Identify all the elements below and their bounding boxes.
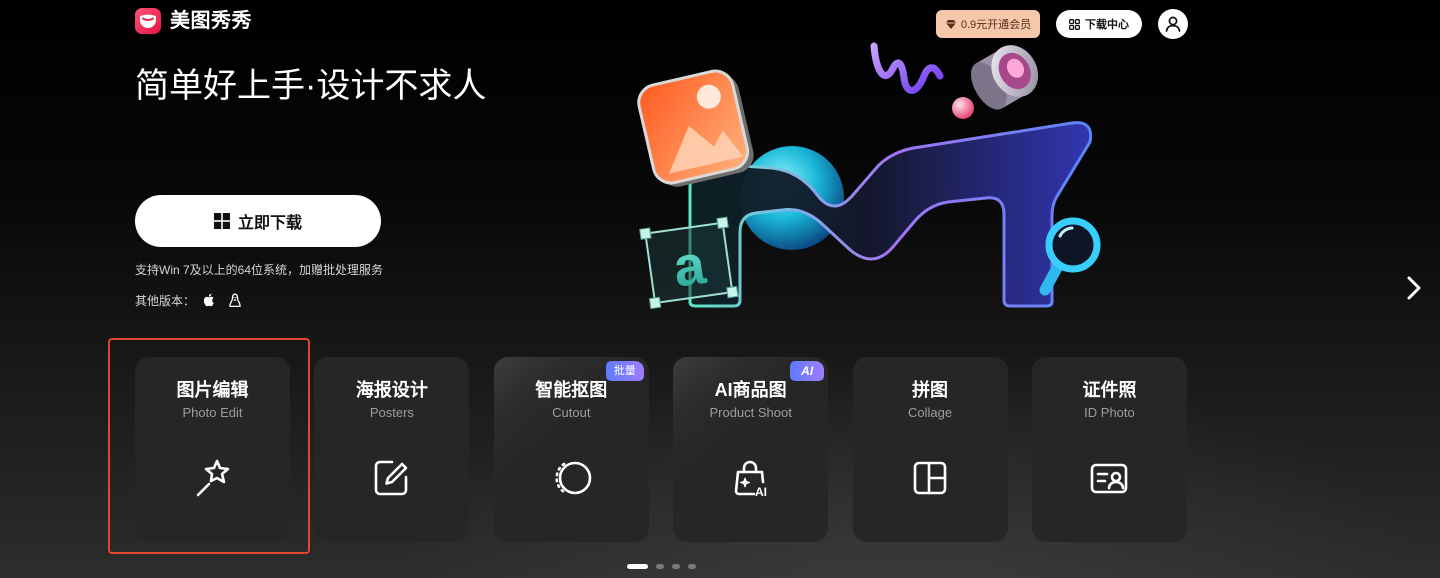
tool-card-title: 图片编辑 — [176, 380, 249, 400]
grid-icon — [1069, 18, 1080, 30]
product-bag-icon: AI — [728, 456, 772, 500]
tool-card-subtitle: ID Photo — [1084, 405, 1135, 420]
poster-edit-icon — [369, 456, 413, 500]
tool-card-subtitle: Photo Edit — [182, 405, 243, 420]
tool-card-title: AI商品图 — [714, 380, 787, 400]
id-card-icon — [1087, 456, 1131, 500]
pagination-dot[interactable] — [688, 564, 696, 569]
chevron-right-icon — [1406, 275, 1422, 301]
tool-card-id-photo[interactable]: 证件照 ID Photo — [1031, 357, 1187, 542]
windows-icon — [213, 213, 230, 229]
tool-cards: 图片编辑 Photo Edit 海报设计 Posters 批量 智能抠图 Cut… — [135, 357, 1187, 542]
brand-name: 美图秀秀 — [170, 10, 252, 32]
tool-card-subtitle: Cutout — [552, 405, 591, 420]
avatar[interactable] — [1158, 9, 1188, 39]
illustration-image-tile — [637, 69, 754, 187]
system-support-text: 支持Win 7及以上的64位系统，加赠批处理服务 — [135, 263, 384, 277]
tool-card-product-shoot[interactable]: AI AI商品图 Product Shoot AI — [673, 357, 829, 542]
meitu-logo-icon — [135, 8, 161, 34]
page: 美图秀秀 0.9元开通会员 下载中心 简单好上手·设计不求人 立即下载 支持Wi… — [0, 0, 1440, 578]
tool-card-title: 海报设计 — [355, 380, 428, 400]
tool-card-title: 拼图 — [912, 380, 949, 400]
magic-wand-icon — [190, 456, 234, 500]
hero-illustration: a — [637, 42, 1101, 310]
tool-card-photo-edit[interactable]: 图片编辑 Photo Edit — [135, 357, 290, 542]
carousel-pagination — [627, 564, 696, 569]
pagination-dot[interactable] — [656, 564, 664, 569]
download-now-label: 立即下载 — [237, 215, 302, 232]
pagination-dot-active[interactable] — [627, 564, 648, 569]
other-versions-label: 其他版本： — [135, 293, 196, 308]
batch-badge: 批量 — [605, 361, 644, 381]
tool-card-title: 证件照 — [1082, 380, 1137, 400]
download-now-button[interactable]: 立即下载 — [135, 195, 381, 247]
diamond-icon — [945, 18, 957, 30]
apple-icon[interactable] — [203, 293, 215, 307]
collage-icon — [908, 456, 952, 500]
product-icon-ai-text: AI — [755, 485, 767, 499]
tool-card-cutout[interactable]: 批量 智能抠图 Cutout — [493, 357, 649, 542]
other-versions: 其他版本： — [135, 292, 242, 308]
user-icon — [1164, 15, 1182, 33]
hero-title: 简单好上手·设计不求人 — [135, 67, 487, 105]
cutout-icon — [549, 456, 593, 500]
illustration-magnifier — [1039, 217, 1101, 296]
pagination-dot[interactable] — [672, 564, 680, 569]
ai-badge: AI — [790, 361, 825, 381]
carousel-next-button[interactable] — [1402, 273, 1426, 303]
tool-card-subtitle: Collage — [908, 405, 953, 420]
illustration-purple-squiggle — [870, 42, 944, 94]
tool-card-collage[interactable]: 拼图 Collage — [852, 357, 1008, 542]
tool-card-posters[interactable]: 海报设计 Posters — [314, 357, 470, 542]
tool-card-title: 智能抠图 — [535, 380, 608, 400]
tool-card-subtitle: Posters — [369, 405, 414, 420]
brand-logo[interactable]: 美图秀秀 — [135, 8, 252, 34]
linux-icon[interactable] — [228, 293, 242, 308]
tool-card-subtitle: Product Shoot — [709, 405, 792, 420]
illustration-lens — [970, 45, 1039, 110]
illustration-pink-sphere — [952, 97, 974, 119]
